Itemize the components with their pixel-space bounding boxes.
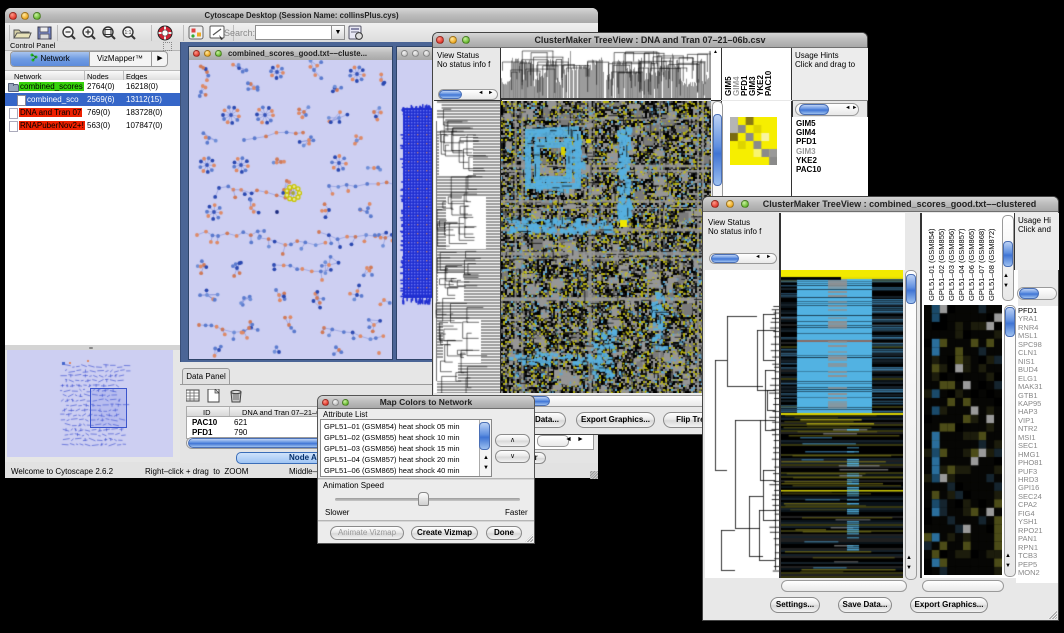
svg-text:1:1: 1:1 <box>125 30 132 36</box>
